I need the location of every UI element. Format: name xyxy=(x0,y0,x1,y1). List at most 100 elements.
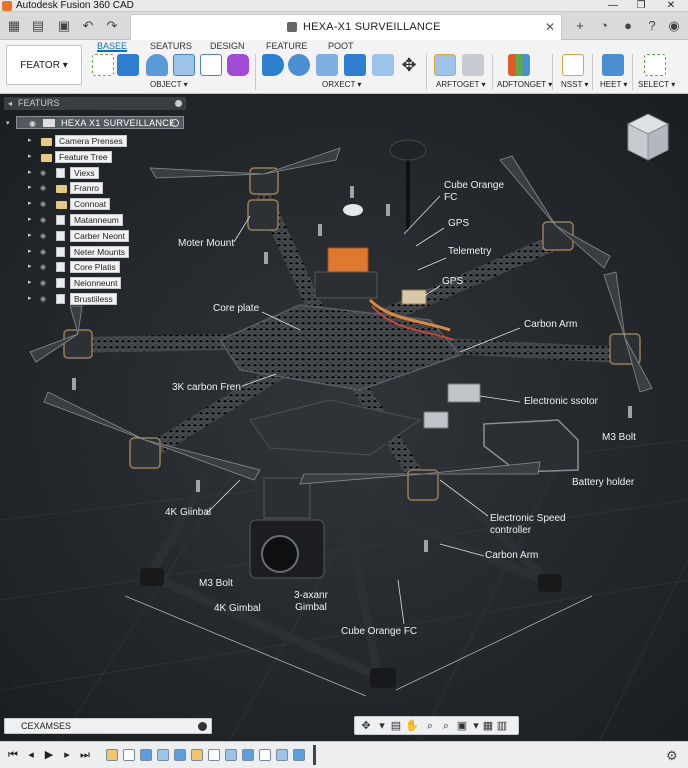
expand-arrow-icon[interactable]: ▸ xyxy=(28,247,32,255)
extensions-icon[interactable]: ◔ xyxy=(596,18,612,34)
tab-poot[interactable]: POOT xyxy=(328,40,354,52)
timeline-feature-icon[interactable] xyxy=(293,749,305,761)
visibility-eye-icon[interactable]: ◉ xyxy=(40,232,46,240)
look-at-icon[interactable]: ▤ xyxy=(389,719,403,733)
save-icon[interactable]: ▣ xyxy=(56,18,72,34)
timeline-feature-icon[interactable] xyxy=(242,749,254,761)
timeline-feature-icon[interactable] xyxy=(123,749,135,761)
adftonget-group-label[interactable]: ADFTONGET ▾ xyxy=(497,80,552,90)
visibility-eye-icon[interactable]: ◉ xyxy=(40,248,46,256)
measure-button[interactable] xyxy=(562,54,584,76)
redo-icon[interactable]: ↷ xyxy=(104,18,120,34)
add-comment-icon[interactable] xyxy=(198,722,207,731)
expand-arrow-icon[interactable]: ▸ xyxy=(28,152,32,160)
press-pull-button[interactable] xyxy=(262,54,284,76)
heet-group-label[interactable]: HEET ▾ xyxy=(600,80,627,90)
undo-icon[interactable]: ↶ xyxy=(80,18,96,34)
extrude-button[interactable] xyxy=(117,54,139,76)
timeline-feature-icon[interactable] xyxy=(174,749,186,761)
close-tab-icon[interactable]: ✕ xyxy=(545,20,555,34)
object-group-label[interactable]: OBJECT ▾ xyxy=(150,80,188,90)
expand-arrow-icon[interactable]: ▸ xyxy=(28,215,32,223)
arftoget-group-label[interactable]: ARFTOGET ▾ xyxy=(436,80,486,90)
account-icon[interactable]: ◉ xyxy=(666,18,682,34)
expand-arrow-icon[interactable]: ▸ xyxy=(28,168,32,176)
pan-icon[interactable]: ✋ xyxy=(405,719,419,733)
timeline-marker[interactable] xyxy=(313,745,316,765)
browser-item[interactable]: ▸ Feature Tree xyxy=(28,151,178,164)
orbit-icon[interactable]: ✥ xyxy=(359,719,373,733)
timeline-feature-icon[interactable] xyxy=(208,749,220,761)
tab-design[interactable]: DESIGN xyxy=(210,40,245,52)
browser-root-node[interactable]: ◉ HEXA X1 SURVEILLANCE xyxy=(16,116,184,129)
joint-button[interactable] xyxy=(462,54,484,76)
visibility-eye-icon[interactable]: ◉ xyxy=(40,184,46,192)
workspace-selector[interactable]: FEATOR ▾ xyxy=(6,45,82,85)
document-tab[interactable]: HEXA-X1 SURVEILLANCE ✕ xyxy=(130,14,562,40)
viewports-icon[interactable]: ▥ xyxy=(495,719,509,733)
sketch-button[interactable] xyxy=(92,54,114,76)
minimize-button[interactable]: — xyxy=(598,0,628,12)
play-icon[interactable]: ▶ xyxy=(42,748,56,762)
expand-arrow-icon[interactable]: ▸ xyxy=(28,199,32,207)
new-component-button[interactable] xyxy=(434,54,456,76)
browser-item[interactable]: ▸ ◉ Neter Mounts xyxy=(28,246,178,259)
notifications-icon[interactable]: ● xyxy=(620,18,636,34)
timeline-feature-icon[interactable] xyxy=(276,749,288,761)
file-icon[interactable]: ▤ xyxy=(30,18,46,34)
pin-icon[interactable] xyxy=(175,100,182,107)
fillet-button[interactable] xyxy=(288,54,310,76)
visibility-eye-icon[interactable]: ◉ xyxy=(40,279,46,287)
fit-icon[interactable]: ⌕ xyxy=(439,719,453,733)
browser-item[interactable]: ▸ ◉ Viexs xyxy=(28,167,178,180)
move-button[interactable]: ✥ xyxy=(398,54,420,76)
visibility-eye-icon[interactable]: ◉ xyxy=(40,216,46,224)
zoom-icon[interactable]: ⌕ xyxy=(423,719,437,733)
visibility-eye-icon[interactable]: ◉ xyxy=(29,119,36,128)
shell-button[interactable] xyxy=(173,54,195,76)
timeline-feature-icon[interactable] xyxy=(157,749,169,761)
orxect-group-label[interactable]: ORXECT ▾ xyxy=(322,80,361,90)
last-step-icon[interactable]: ⏭ xyxy=(78,748,92,762)
expand-arrow-icon[interactable]: ▸ xyxy=(28,262,32,270)
view-cube[interactable] xyxy=(624,110,670,162)
timeline-feature-icon[interactable] xyxy=(191,749,203,761)
timeline-feature-icon[interactable] xyxy=(225,749,237,761)
visibility-eye-icon[interactable]: ◉ xyxy=(40,263,46,271)
previous-step-icon[interactable]: ◂ xyxy=(24,748,38,762)
grid-settings-icon[interactable]: ▦ xyxy=(481,719,495,733)
browser-item[interactable]: ▸ ◉ Connoat xyxy=(28,198,178,211)
create-form-button[interactable] xyxy=(227,54,249,76)
tab-feature[interactable]: FEATURE xyxy=(266,40,307,52)
browser-item[interactable]: ▸ ◉ Brustiiless xyxy=(28,293,178,306)
help-icon[interactable]: ? xyxy=(644,18,660,34)
pattern-button[interactable] xyxy=(200,54,222,76)
nsst-group-label[interactable]: NSST ▾ xyxy=(561,80,588,90)
browser-item[interactable]: ▸ ◉ Franro xyxy=(28,182,178,195)
chamfer-button[interactable] xyxy=(316,54,338,76)
browser-panel-header[interactable]: ◂ FEATURS xyxy=(4,97,186,110)
expand-arrow-icon[interactable]: ▸ xyxy=(28,183,32,191)
revolve-button[interactable] xyxy=(146,54,168,76)
select-group-label[interactable]: SELECT ▾ xyxy=(638,80,675,90)
activate-radio-icon[interactable] xyxy=(171,119,179,127)
select-button[interactable] xyxy=(644,54,666,76)
close-window-button[interactable]: ✕ xyxy=(656,0,686,12)
visibility-eye-icon[interactable]: ◉ xyxy=(40,169,46,177)
grid-menu-icon[interactable]: ▦ xyxy=(6,18,22,34)
expand-arrow-icon[interactable]: ▾ xyxy=(6,119,10,127)
collapse-arrow-icon[interactable]: ◂ xyxy=(8,97,12,110)
split-button[interactable] xyxy=(372,54,394,76)
timeline-feature-icon[interactable] xyxy=(259,749,271,761)
timeline-settings-gear-icon[interactable]: ⚙ xyxy=(666,748,678,764)
dropdown-arrow-icon[interactable]: ▾ xyxy=(375,719,389,733)
first-step-icon[interactable]: ⏮ xyxy=(6,748,20,762)
comments-panel[interactable]: CEXAMSES xyxy=(4,718,212,734)
browser-item[interactable]: ▸ ◉ Neionneunt xyxy=(28,277,178,290)
browser-item[interactable]: ▸ Camera Prenses xyxy=(28,135,178,148)
insert-image-button[interactable] xyxy=(602,54,624,76)
next-step-icon[interactable]: ▸ xyxy=(60,748,74,762)
expand-arrow-icon[interactable]: ▸ xyxy=(28,136,32,144)
expand-arrow-icon[interactable]: ▸ xyxy=(28,231,32,239)
visibility-eye-icon[interactable]: ◉ xyxy=(40,295,46,303)
